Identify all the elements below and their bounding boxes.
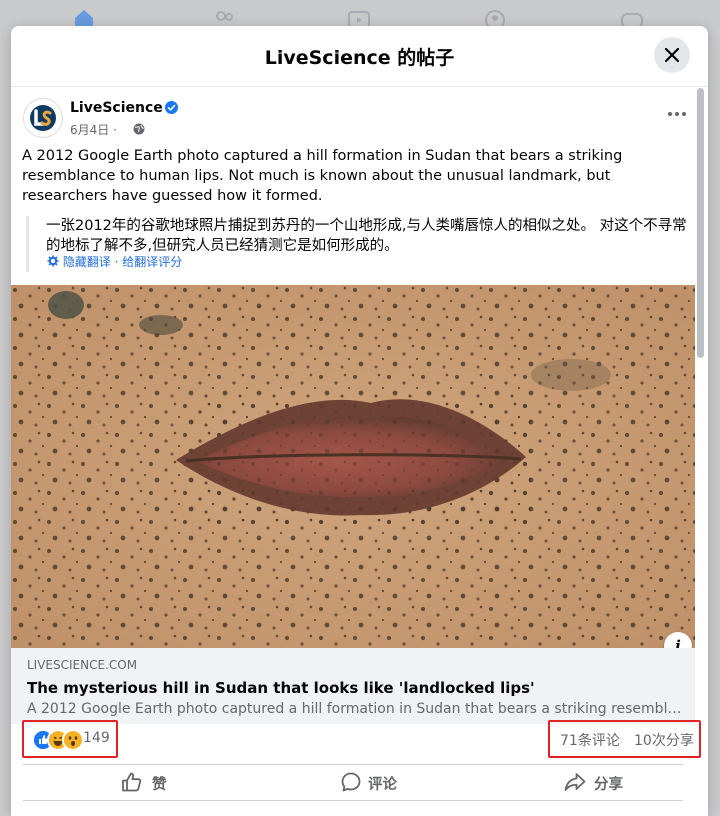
more-dots-icon	[668, 112, 686, 116]
page-avatar[interactable]	[23, 98, 63, 138]
thumbs-up-icon	[122, 772, 142, 792]
gear-icon	[47, 255, 59, 267]
link-preview-card[interactable]: LIVESCIENCE.COM The mysterious hill in S…	[11, 648, 695, 724]
close-icon	[664, 47, 680, 63]
link-separator: ·	[110, 255, 123, 269]
comment-button[interactable]: 评论	[285, 767, 485, 797]
share-button[interactable]: 分享	[507, 767, 707, 797]
shares-count[interactable]: 10次分享	[634, 730, 694, 750]
like-button[interactable]: 赞	[63, 767, 263, 797]
divider	[23, 800, 683, 801]
dialog-title: LiveScience 的帖子	[264, 47, 455, 69]
post-dialog: LiveScience 的帖子 LiveScience 6月4日 · A 201…	[11, 26, 708, 816]
reaction-count[interactable]: 149	[83, 730, 110, 746]
page-name[interactable]: LiveScience	[70, 100, 163, 116]
translation-block: 一张2012年的谷歌地球照片捕捉到苏丹的一个山地形成,与人类嘴唇惊人的相似之处。…	[26, 216, 694, 272]
link-description: A 2012 Google Earth photo captured a hil…	[27, 701, 687, 717]
post-actions: 赞 评论 分享	[23, 764, 683, 799]
comment-icon	[341, 772, 361, 792]
translation-links: 隐藏翻译 · 给翻译评分	[47, 253, 182, 270]
translation-text: 一张2012年的谷歌地球照片捕捉到苏丹的一个山地形成,与人类嘴唇惊人的相似之处。…	[46, 218, 687, 254]
link-title[interactable]: The mysterious hill in Sudan that looks …	[27, 679, 535, 697]
share-icon	[564, 773, 586, 791]
scrollbar-thumb[interactable]	[697, 88, 704, 358]
satellite-lips-image	[11, 285, 695, 648]
verified-badge-icon	[165, 101, 178, 114]
wow-reaction-icon	[62, 729, 84, 751]
more-options-button[interactable]	[666, 106, 688, 122]
post-photo[interactable]	[11, 285, 695, 648]
share-label: 分享	[594, 777, 623, 793]
post-text: A 2012 Google Earth photo captured a hil…	[22, 148, 623, 204]
rate-translation-link[interactable]: 给翻译评分	[122, 255, 182, 269]
like-label: 赞	[152, 777, 167, 793]
post-header: LiveScience 6月4日 ·	[23, 98, 683, 138]
close-button[interactable]	[654, 37, 690, 73]
globe-icon	[133, 123, 145, 135]
dialog-header: LiveScience 的帖子	[11, 26, 708, 87]
hide-translation-link[interactable]: 隐藏翻译	[63, 255, 111, 269]
comment-label: 评论	[368, 777, 397, 793]
comments-count[interactable]: 71条评论	[560, 730, 620, 750]
post-date[interactable]: 6月4日 ·	[70, 121, 117, 138]
engagement-stats: 71条评论 10次分享	[548, 720, 701, 758]
reactions-summary[interactable]: 149	[22, 720, 118, 758]
link-domain: LIVESCIENCE.COM	[27, 658, 138, 672]
scrollbar[interactable]	[695, 86, 707, 816]
livescience-logo-icon	[30, 105, 56, 131]
